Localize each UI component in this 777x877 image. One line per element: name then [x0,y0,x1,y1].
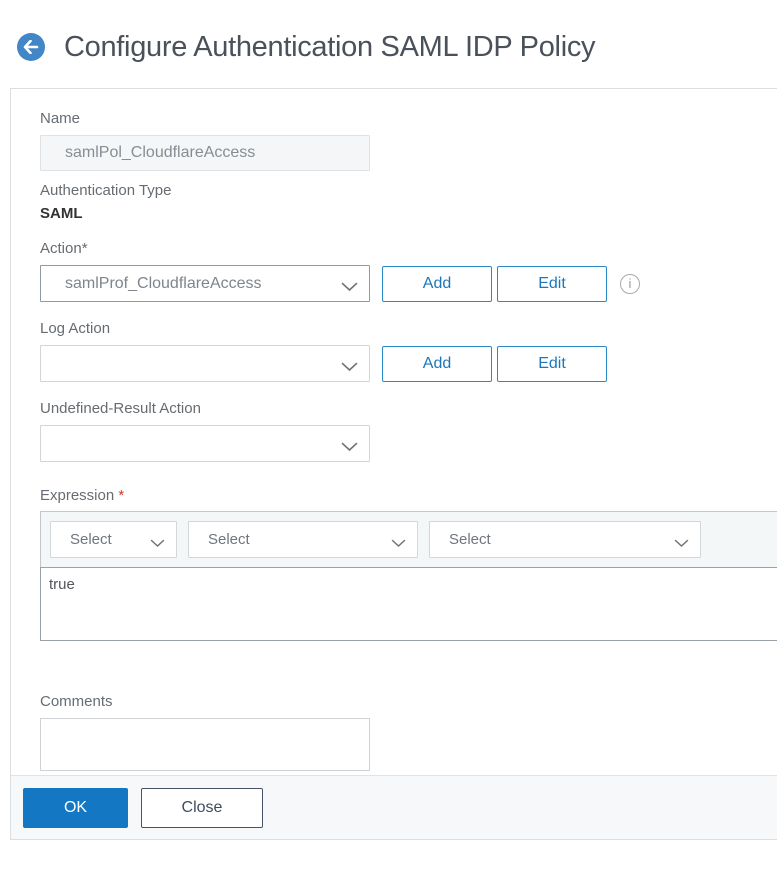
name-input[interactable] [40,135,370,171]
log-action-edit-button[interactable]: Edit [497,345,607,382]
undefined-result-action-label: Undefined-Result Action [40,400,201,417]
expression-label: Expression * [40,487,777,504]
expression-toolbar: Select Select Select [40,511,777,568]
arrow-left-icon [23,40,39,54]
form-footer: OK Close [11,775,777,839]
expression-select-3[interactable]: Select [429,521,701,558]
expression-label-text: Expression [40,487,115,504]
form-panel: Name Authentication Type SAML Action* sa… [10,88,777,840]
action-select[interactable]: samlProf_CloudflareAccess [40,265,370,302]
expression-select-2-value: Select [208,531,250,548]
expression-select-1-value: Select [70,531,112,548]
chevron-down-icon [341,439,358,457]
log-action-select[interactable] [40,345,370,382]
authentication-type-label: Authentication Type [40,182,172,199]
log-action-label: Log Action [40,320,111,337]
action-add-button[interactable]: Add [382,265,492,302]
action-row: samlProf_CloudflareAccess Add Edit i [40,265,777,302]
expression-select-2[interactable]: Select [188,521,418,558]
name-label: Name [40,110,81,127]
page-header: Configure Authentication SAML IDP Policy [0,0,777,88]
action-edit-button[interactable]: Edit [497,265,607,302]
undefined-result-action-select[interactable] [40,425,370,462]
chevron-down-icon [150,535,165,553]
back-button[interactable] [17,33,45,61]
chevron-down-icon [674,535,689,553]
chevron-down-icon [341,279,358,297]
required-asterisk: * [118,487,125,504]
expression-select-1[interactable]: Select [50,521,177,558]
log-action-row: Add Edit [40,345,777,382]
comments-input[interactable] [40,718,370,771]
ok-button[interactable]: OK [23,787,128,828]
action-select-value: samlProf_CloudflareAccess [65,274,262,292]
expression-editor[interactable]: true [40,567,777,641]
log-action-add-button[interactable]: Add [382,345,492,382]
action-label: Action* [40,240,88,257]
info-icon[interactable]: i [620,273,640,294]
expression-select-3-value: Select [449,531,491,548]
chevron-down-icon [391,535,406,553]
page-title: Configure Authentication SAML IDP Policy [64,31,596,63]
chevron-down-icon [341,359,358,377]
comments-label: Comments [40,693,113,710]
authentication-type-value: SAML [40,205,83,222]
close-button[interactable]: Close [141,787,263,828]
